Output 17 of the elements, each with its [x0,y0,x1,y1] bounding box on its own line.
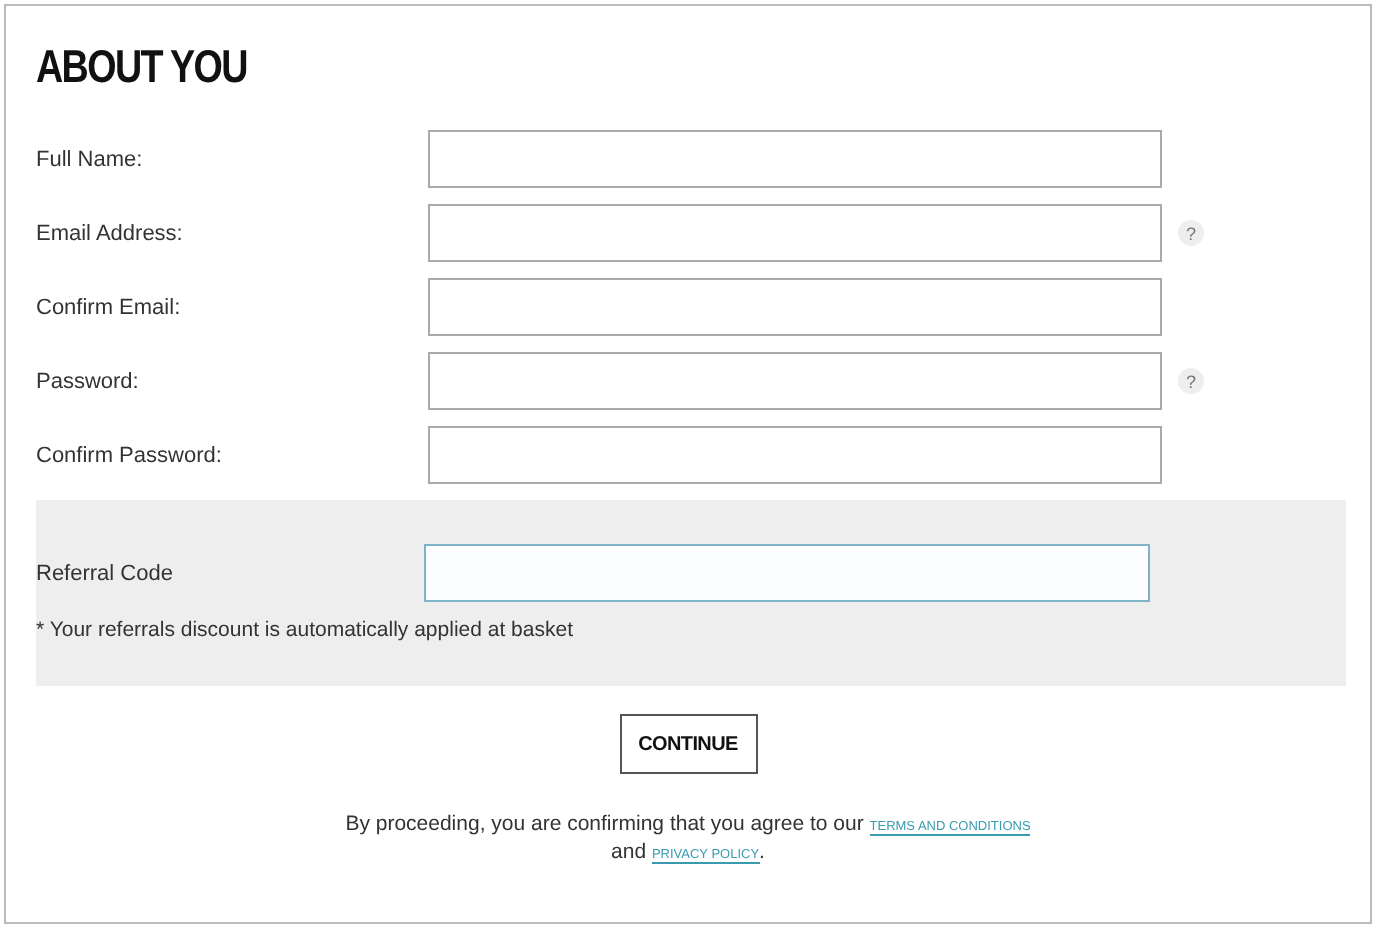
field-label: Email Address: [36,221,185,245]
page-heading: ABOUT YOU [36,42,247,90]
field-label: Confirm Password: [36,443,224,467]
input-field[interactable] [428,130,1162,188]
input-field[interactable] [428,426,1162,484]
input-field[interactable] [428,352,1162,410]
field-label: Referral Code [36,561,175,585]
continue-button[interactable]: CONTINUE [619,714,757,774]
help-icon[interactable]: ? [1178,220,1204,246]
referral-note: * Your referrals discount is automatically applied at basket [36,618,575,642]
input-field[interactable] [428,204,1162,262]
help-icon[interactable]: ? [1178,368,1204,394]
input-field[interactable] [424,544,1150,602]
input-field[interactable] [428,278,1162,336]
field-label: Full Name: [36,147,145,171]
field-label: Confirm Email: [36,295,183,319]
field-label: Password: [36,369,141,393]
